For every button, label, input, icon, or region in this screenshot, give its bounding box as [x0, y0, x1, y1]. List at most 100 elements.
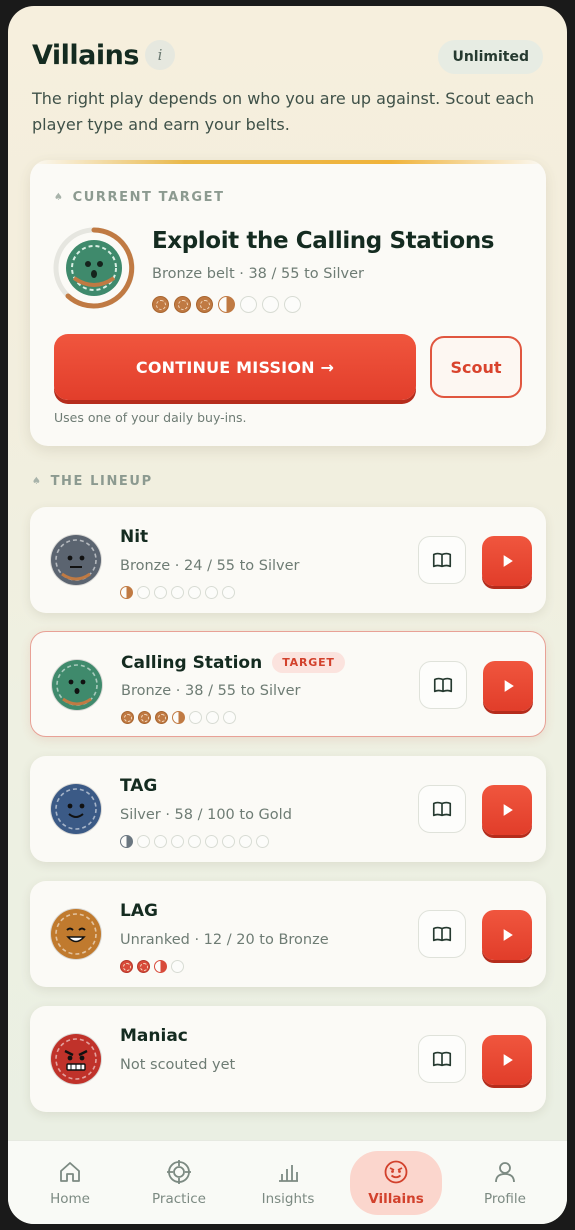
progress-pip: [189, 711, 202, 724]
progress-pip: [174, 296, 191, 313]
villain-progress-text: Not scouted yet: [120, 1057, 236, 1073]
villain-face-icon: [384, 1160, 408, 1184]
tab-label: Profile: [484, 1191, 526, 1207]
play-button[interactable]: [482, 1035, 532, 1085]
lineup-label: ♠ THE LINEUP: [32, 474, 153, 489]
calling-station-avatar-icon: [49, 657, 105, 713]
villain-name: Maniac: [120, 1026, 188, 1046]
progress-pip: [218, 296, 235, 313]
play-button[interactable]: [483, 661, 533, 711]
progress-pip: [154, 835, 167, 848]
scout-book-button[interactable]: [418, 785, 466, 833]
book-icon: [433, 677, 453, 693]
book-icon: [432, 1051, 452, 1067]
lineup-row-calling-station[interactable]: Calling Station TARGET Bronze · 38 / 55 to…: [30, 631, 546, 737]
villain-progress-text: Bronze · 24 / 55 to Silver: [120, 558, 300, 574]
buy-in-note: Uses one of your daily buy-ins.: [54, 410, 247, 425]
tab-practice[interactable]: Practice: [133, 1151, 225, 1215]
tab-insights[interactable]: Insights: [242, 1151, 334, 1215]
villain-progress-text: Bronze · 38 / 55 to Silver: [121, 683, 301, 699]
progress-pip: [152, 296, 169, 313]
tag-avatar-icon: [48, 781, 104, 837]
progress-pip: [256, 835, 269, 848]
progress-pip: [154, 960, 167, 973]
tab-label: Practice: [152, 1191, 206, 1207]
target-subtitle: Bronze belt · 38 / 55 to Silver: [152, 266, 364, 282]
progress-pip: [120, 960, 133, 973]
progress-pip: [206, 711, 219, 724]
play-icon: [503, 804, 513, 816]
belt-progress-pips: [120, 835, 269, 848]
villain-name-text: Calling Station: [121, 652, 263, 673]
lineup-row-nit[interactable]: Nit Bronze · 24 / 55 to Silver: [30, 507, 546, 613]
progress-pip: [284, 296, 301, 313]
current-target-label: ♠ CURRENT TARGET: [54, 190, 225, 205]
continue-mission-button[interactable]: CONTINUE MISSION →: [54, 334, 416, 400]
spade-icon: ♠: [32, 476, 43, 487]
belt-progress-pips: [120, 960, 184, 973]
progress-pip: [196, 296, 213, 313]
progress-pip: [188, 835, 201, 848]
person-icon: [495, 1162, 515, 1183]
scout-book-button[interactable]: [418, 1035, 466, 1083]
book-icon: [432, 926, 452, 942]
calling-station-avatar-icon: [53, 227, 135, 309]
play-button[interactable]: [482, 910, 532, 960]
progress-pip: [138, 711, 151, 724]
tab-home[interactable]: Home: [24, 1151, 116, 1215]
villain-name-text: Maniac: [120, 1026, 188, 1046]
bottom-tab-bar: Home Practice Insights Villains Profile: [8, 1140, 567, 1224]
play-icon: [504, 680, 514, 692]
progress-pip: [154, 586, 167, 599]
play-icon: [503, 929, 513, 941]
info-icon[interactable]: i: [145, 40, 175, 70]
villain-progress-text: Silver · 58 / 100 to Gold: [120, 807, 292, 823]
progress-pip: [137, 960, 150, 973]
progress-pip: [137, 586, 150, 599]
belt-progress-pips: [120, 586, 235, 599]
page-subtitle: The right play depends on who you are up…: [32, 89, 535, 134]
tab-profile[interactable]: Profile: [459, 1151, 551, 1215]
villain-name: LAG: [120, 901, 158, 921]
progress-pip: [205, 586, 218, 599]
play-button[interactable]: [482, 536, 532, 586]
target-badge: TARGET: [272, 652, 345, 673]
scout-book-button[interactable]: [419, 661, 467, 709]
bar-chart-icon: [279, 1165, 298, 1182]
nit-avatar-icon: [48, 532, 104, 588]
target-icon: [167, 1160, 191, 1184]
villain-name: Calling Station TARGET: [121, 652, 345, 673]
play-icon: [503, 555, 513, 567]
plan-badge: Unlimited: [438, 40, 543, 74]
villain-progress-text: Unranked · 12 / 20 to Bronze: [120, 932, 329, 948]
villain-name: Nit: [120, 527, 148, 547]
villain-name-text: Nit: [120, 527, 149, 547]
lineup-row-maniac[interactable]: Maniac Not scouted yet: [30, 1006, 546, 1112]
lineup-row-tag[interactable]: TAG Silver · 58 / 100 to Gold: [30, 756, 546, 862]
progress-pip: [172, 711, 185, 724]
villain-name-text: TAG: [120, 776, 158, 796]
section-label-text: CURRENT TARGET: [72, 190, 225, 205]
spade-icon: ♠: [54, 192, 65, 203]
home-icon: [60, 1162, 80, 1182]
progress-pip: [262, 296, 279, 313]
progress-pip: [171, 960, 184, 973]
villain-name: TAG: [120, 776, 157, 796]
progress-pip: [155, 711, 168, 724]
tab-label: Insights: [261, 1191, 315, 1207]
scout-book-button[interactable]: [418, 536, 466, 584]
tab-villains[interactable]: Villains: [350, 1151, 442, 1215]
progress-pip: [171, 586, 184, 599]
scout-button[interactable]: Scout: [430, 336, 522, 398]
tab-label: Home: [50, 1191, 90, 1207]
play-button[interactable]: [482, 785, 532, 835]
progress-pip: [239, 835, 252, 848]
progress-pip: [188, 586, 201, 599]
lineup-row-lag[interactable]: LAG Unranked · 12 / 20 to Bronze: [30, 881, 546, 987]
villain-name-text: LAG: [120, 901, 158, 921]
scout-book-button[interactable]: [418, 910, 466, 958]
page-header: Villains i Unlimited: [32, 40, 543, 80]
current-target-card: ♠ CURRENT TARGET Exploit the Calling Sta…: [30, 160, 546, 446]
progress-pip: [205, 835, 218, 848]
progress-pip: [137, 835, 150, 848]
